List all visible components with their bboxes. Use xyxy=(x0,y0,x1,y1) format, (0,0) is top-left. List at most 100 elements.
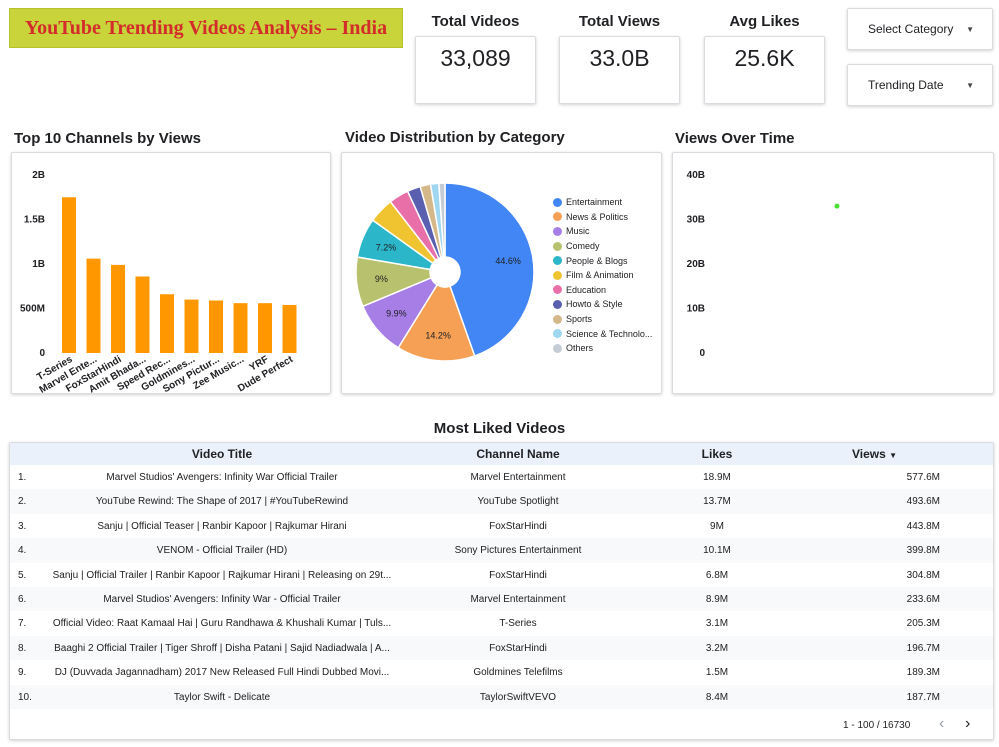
table-body: 1. Marvel Studios' Avengers: Infinity War… xyxy=(10,465,993,739)
legend-label: Entertainment xyxy=(566,197,623,208)
cell-video-title: DJ (Duvvada Jagannadham) 2017 New Releas… xyxy=(54,667,390,679)
bar[interactable] xyxy=(62,197,76,353)
cell-video-title: Sanju | Official Teaser | Ranbir Kapoor … xyxy=(97,520,347,532)
cell-channel-name: Sony Pictures Entertainment xyxy=(454,545,582,557)
legend-item[interactable]: Music xyxy=(553,224,652,239)
cell-likes: 6.8M xyxy=(705,569,729,581)
legend-item[interactable]: People & Blogs xyxy=(553,253,652,268)
bar-y-tick: 1B xyxy=(32,259,45,270)
cell-likes: 3.1M xyxy=(705,618,729,630)
cell-likes: 1.5M xyxy=(705,667,729,679)
header-views-label: Views xyxy=(852,447,886,461)
bar[interactable] xyxy=(209,300,223,353)
header-video-title[interactable]: Video Title xyxy=(170,447,274,461)
legend-label: Others xyxy=(566,343,594,354)
legend-swatch xyxy=(553,256,562,266)
pie-legend: Entertainment News & Politics Music Comedy P… xyxy=(553,195,652,356)
legend-item[interactable]: Howto & Style xyxy=(553,297,652,312)
table-row[interactable]: 6. Marvel Studios' Avengers: Infinity War… xyxy=(10,587,993,612)
cell-views: 196.7M xyxy=(906,642,940,654)
row-number: 7. xyxy=(18,618,27,630)
cell-likes: 3.2M xyxy=(705,642,729,654)
legend-label: Howto & Style xyxy=(566,299,623,310)
time-y-tick: 0 xyxy=(699,348,705,359)
table-row[interactable]: 8. Baaghi 2 Official Trailer | Tiger Shro… xyxy=(10,635,993,661)
cell-video-title: YouTube Rewind: The Shape of 2017 | #You… xyxy=(95,496,349,508)
table-row[interactable]: 2. YouTube Rewind: The Shape of 2017 | #Y… xyxy=(10,489,993,514)
most-liked-table: Video Title Channel Name Likes Views ▼ 1… xyxy=(9,442,994,740)
legend-item[interactable]: Entertainment xyxy=(553,195,652,210)
cell-video-title: Sanju | Official Trailer | Ranbir Kapoor… xyxy=(52,569,392,581)
table-row[interactable]: 5. Sanju | Official Trailer | Ranbir Kapo… xyxy=(10,563,993,587)
cell-likes: 8.4M xyxy=(705,691,729,703)
cell-views: 205.3M xyxy=(906,618,940,630)
pagination-range: 1 - 100 / 16730 xyxy=(843,720,911,731)
header-channel-name[interactable]: Channel Name xyxy=(460,447,576,461)
kpi-avg-likes-label: Avg Likes xyxy=(729,13,800,30)
caret-down-icon: ▼ xyxy=(966,25,974,34)
table-row[interactable]: 3. Sanju | Official Teaser | Ranbir Kapoo… xyxy=(10,514,993,538)
chevron-left-icon[interactable]: ‹ xyxy=(939,715,944,733)
data-point[interactable] xyxy=(834,203,840,209)
header-views[interactable]: Views ▼ xyxy=(852,447,952,461)
bar[interactable] xyxy=(258,303,272,353)
table-row[interactable]: 9. DJ (Duvvada Jagannadham) 2017 New Rele… xyxy=(10,660,993,684)
table-row[interactable]: 7. Official Video: Raat Kamaal Hai | Guru… xyxy=(10,611,993,635)
bar[interactable] xyxy=(282,304,297,353)
table-row[interactable]: 1. Marvel Studios' Avengers: Infinity War… xyxy=(10,465,993,489)
trending-date-label: Trending Date xyxy=(868,78,944,92)
legend-item[interactable]: Education xyxy=(553,283,652,298)
kpi-total-videos-card: 33,089 xyxy=(415,36,536,104)
caret-down-icon: ▼ xyxy=(966,81,974,90)
table-title: Most Liked Videos xyxy=(433,420,566,437)
row-number: 10. xyxy=(18,691,32,703)
chevron-right-icon[interactable]: › xyxy=(965,715,970,733)
cell-views: 304.8M xyxy=(906,569,940,581)
cell-video-title: Baaghi 2 Official Trailer | Tiger Shroff… xyxy=(54,642,390,654)
legend-label: People & Blogs xyxy=(566,255,628,266)
cell-channel-name: FoxStarHindi xyxy=(489,569,547,581)
row-number: 3. xyxy=(18,520,27,532)
cell-channel-name: Goldmines Telefilms xyxy=(473,667,563,679)
legend-item[interactable]: Film & Animation xyxy=(553,268,652,283)
bar-chart-title: Top 10 Channels by Views xyxy=(14,130,202,147)
cell-video-title: Official Video: Raat Kamaal Hai | Guru R… xyxy=(52,618,392,630)
legend-item[interactable]: Comedy xyxy=(553,239,652,254)
legend-swatch xyxy=(553,270,562,280)
category-select[interactable]: Select Category ▼ xyxy=(847,8,993,50)
pie-slice-label: 44.6% xyxy=(495,256,521,266)
legend-label: Science & Technolo... xyxy=(566,328,653,339)
legend-swatch xyxy=(553,299,562,309)
views-over-time-chart: 0 10B 20B 30B 40B xyxy=(687,170,840,359)
trending-date-select[interactable]: Trending Date ▼ xyxy=(847,64,993,106)
cell-video-title: VENOM - Official Trailer (HD) xyxy=(156,545,288,557)
legend-item[interactable]: Science & Technolo... xyxy=(553,326,652,341)
kpi-avg-likes-value: 25.6K xyxy=(734,45,795,71)
cell-views: 577.6M xyxy=(906,472,940,483)
kpi-total-views-value: 33.0B xyxy=(589,45,650,71)
table-row[interactable]: 10. Taylor Swift - Delicate TaylorSwiftVEV… xyxy=(10,684,993,709)
bar-y-tick: 1.5B xyxy=(24,215,45,226)
legend-item[interactable]: Others xyxy=(553,341,652,356)
bar[interactable] xyxy=(233,303,248,353)
bar-chart-panel: 0 500M 1B 1.5B 2B T-Series Marvel Ente... FoxSt… xyxy=(11,152,331,394)
cell-likes: 10.1M xyxy=(703,545,731,557)
bar-y-tick: 2B xyxy=(32,170,45,181)
bar[interactable] xyxy=(135,276,150,353)
legend-item[interactable]: Sports xyxy=(553,312,652,327)
sort-desc-icon: ▼ xyxy=(889,451,898,460)
bar[interactable] xyxy=(111,264,125,353)
kpi-avg-likes-card: 25.6K xyxy=(704,36,825,104)
legend-label: News & Politics xyxy=(566,211,629,222)
bar[interactable] xyxy=(184,299,199,353)
cell-views: 399.8M xyxy=(906,545,940,557)
pie-chart-title: Video Distribution by Category xyxy=(345,129,565,146)
legend-label: Music xyxy=(566,226,590,237)
legend-item[interactable]: News & Politics xyxy=(553,210,652,225)
header-likes[interactable]: Likes xyxy=(680,447,754,461)
bar[interactable] xyxy=(86,258,101,353)
table-row[interactable]: 4. VENOM - Official Trailer (HD) Sony Pict… xyxy=(10,538,993,563)
bar[interactable] xyxy=(160,294,174,353)
row-number: 6. xyxy=(18,594,27,605)
legend-swatch xyxy=(553,285,562,295)
